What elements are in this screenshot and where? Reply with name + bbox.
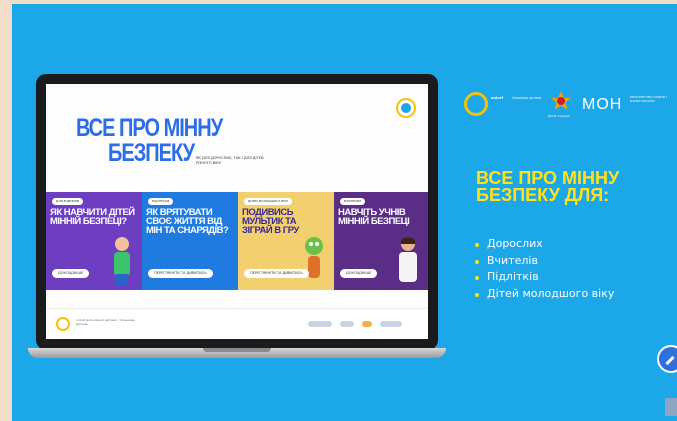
- laptop-mockup: ВСЕ ПРО МІННУ БЕЗПЕКУ ЯК ДЛЯ ДОРОСЛИХ, Т…: [28, 74, 446, 359]
- card-tag: ПІДЛІТКАМ: [148, 198, 174, 205]
- audience-item: Вчителів: [474, 253, 614, 270]
- laptop-base: [28, 348, 446, 358]
- site-footer: unicef для кожної дитини · Сильніша дити…: [46, 308, 428, 339]
- card-teens[interactable]: ПІДЛІТКАМ ЯК ВРЯТУВАТИ СВОЄ ЖИТТЯ ВІД МІ…: [142, 192, 238, 290]
- card-teachers-2[interactable]: ВЧИТЕЛЯМ НАВЧІТЬ УЧНІВ МІННІЙ БЕЗПЕЦІ ДО…: [334, 192, 428, 290]
- dsns-emblem-icon: [550, 90, 572, 112]
- card-tag: ВЧИТЕЛЯМ: [340, 198, 366, 205]
- card-title: ПОДИВИСЬ МУЛЬТИК ТА ЗІГРАЙ В ГРУ: [242, 207, 299, 236]
- card-title: ЯК ВРЯТУВАТИ СВОЄ ЖИТТЯ ВІД МІН ТА СНАРЯ…: [146, 207, 229, 236]
- mon-caption: МІНІСТЕРСТВО ОСВІТИ І НАУКИ УКРАЇНИ: [630, 95, 667, 103]
- footer-partner-logo-icon: [308, 321, 332, 327]
- card-button[interactable]: ДОКЛАДНІШЕ: [52, 269, 90, 278]
- footer-partner-logo-icon: [380, 321, 402, 327]
- cartoon-character-icon: [300, 234, 328, 286]
- hero-title-line1: ВСЕ ПРО МІННУ: [76, 114, 223, 143]
- card-kids[interactable]: ДІТЯМ МОЛОДШОГО ВІКУ ПОДИВИСЬ МУЛЬТИК ТА…: [238, 192, 334, 290]
- unicef-label: unicef: [491, 96, 504, 100]
- audience-item: Дітей молодшого віку: [474, 286, 614, 303]
- unicef-logo-icon: [464, 92, 488, 116]
- card-tag: ДЛЯ ВЧИТЕЛІВ: [52, 198, 83, 205]
- card-button[interactable]: ПЕРЕГЛЯНУТИ ТА ДИВИТИСЬ: [148, 269, 213, 278]
- dsns-caption: ДСНС України: [548, 114, 570, 118]
- unicef-caption: Сильніша дитина: [512, 96, 542, 100]
- card-title: ЯК НАВЧИТИ ДІТЕЙ МІННІЙ БЕЗПЕЦІ?: [50, 207, 135, 227]
- card-tag: ДІТЯМ МОЛОДШОГО ВІКУ: [244, 198, 293, 205]
- laptop-screen: ВСЕ ПРО МІННУ БЕЗПЕКУ ЯК ДЛЯ ДОРОСЛИХ, Т…: [46, 84, 428, 339]
- footer-text: unicef для кожної дитини · Сильніша дити…: [76, 318, 135, 326]
- presentation-slide: ВСЕ ПРО МІННУ БЕЗПЕКУ ЯК ДЛЯ ДОРОСЛИХ, Т…: [12, 4, 677, 421]
- footer-partner-logo-icon: [340, 321, 354, 327]
- audience-item: Підлітків: [474, 269, 614, 286]
- partner-logos: unicef Сильніша дитина ДСНС України МОН …: [464, 90, 674, 120]
- slide-title: ВСЕ ПРО МІННУ БЕЗПЕКУ ДЛЯ:: [476, 168, 620, 205]
- children-illustration-icon: [108, 234, 136, 286]
- card-title: НАВЧІТЬ УЧНІВ МІННІЙ БЕЗПЕЦІ: [338, 207, 410, 227]
- mon-logo: МОН: [582, 96, 623, 113]
- card-button[interactable]: ПЕРЕГЛЯНУТИ ТА ДИВИТИСЬ: [244, 269, 309, 278]
- scroll-handle[interactable]: [665, 398, 677, 416]
- audience-list: Дорослих Вчителів Підлітків Дітей молодш…: [474, 236, 614, 302]
- audience-item: Дорослих: [474, 236, 614, 253]
- accessibility-button-icon[interactable]: [657, 345, 677, 373]
- footer-partner-logo-icon: [362, 321, 372, 327]
- card-teachers[interactable]: ДЛЯ ВЧИТЕЛІВ ЯК НАВЧИТИ ДІТЕЙ МІННІЙ БЕЗ…: [46, 192, 142, 290]
- card-button[interactable]: ДОКЛАДНІШЕ: [340, 269, 378, 278]
- teacher-illustration-icon: [394, 234, 422, 286]
- unicef-logo-icon: [396, 98, 416, 118]
- footer-logo-icon: [56, 317, 70, 331]
- cards-row: ДЛЯ ВЧИТЕЛІВ ЯК НАВЧИТИ ДІТЕЙ МІННІЙ БЕЗ…: [46, 192, 428, 290]
- hero-subtitle: ЯК ДЛЯ ДОРОСЛИХ, ТАК І ДЛЯ ДІТЕЙ РІЗНОГО…: [196, 156, 264, 165]
